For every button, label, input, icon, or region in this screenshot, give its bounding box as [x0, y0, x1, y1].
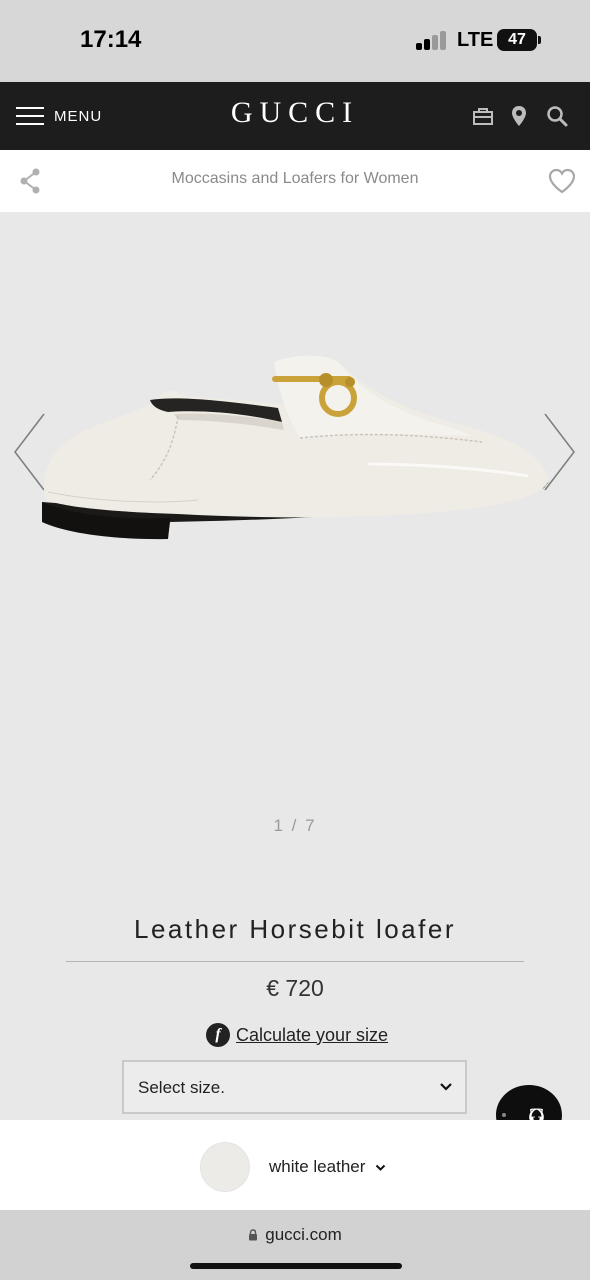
category-title[interactable]: Moccasins and Loafers for Women	[0, 170, 590, 188]
search-icon[interactable]	[545, 104, 569, 128]
calculate-size-link[interactable]: f Calculate your size	[206, 1021, 388, 1049]
heart-icon[interactable]	[548, 168, 576, 194]
category-bar: Moccasins and Loafers for Women	[0, 150, 590, 212]
chevron-down-icon[interactable]	[375, 1164, 386, 1172]
color-select-label[interactable]: white leather	[269, 1157, 365, 1177]
product-image[interactable]	[38, 352, 558, 552]
home-indicator[interactable]	[190, 1263, 402, 1269]
battery-tip	[538, 36, 541, 44]
product-gallery[interactable]: 1 / 7	[0, 212, 590, 912]
color-selector-bar: white leather	[0, 1120, 590, 1210]
shopping-bag-icon[interactable]	[471, 104, 495, 128]
product-title: Leather Horsebit loafer	[134, 914, 456, 944]
title-divider	[66, 961, 524, 962]
calculate-size-label: Calculate your size	[236, 1024, 389, 1045]
url-field[interactable]: gucci.com	[0, 1225, 590, 1245]
browser-url-bar: gucci.com	[0, 1210, 590, 1280]
signal-icon	[416, 30, 448, 50]
color-swatch[interactable]	[201, 1143, 249, 1191]
site-header: MENU GUCCI	[0, 82, 590, 150]
fit-finder-icon: f	[206, 1023, 230, 1047]
location-pin-icon[interactable]	[507, 104, 531, 128]
battery-icon: 47	[497, 29, 537, 51]
lock-icon	[249, 1229, 258, 1241]
network-type: LTE	[457, 29, 494, 51]
status-bar: 17:14 LTE 47	[0, 0, 590, 82]
gallery-pager: 1 / 7	[273, 816, 317, 835]
gucci-logo[interactable]: GUCCI	[0, 96, 590, 130]
status-time: 17:14	[80, 26, 142, 53]
url-text: gucci.com	[265, 1225, 342, 1244]
product-price: € 720	[266, 975, 324, 1001]
size-select[interactable]: Select size.	[122, 1060, 467, 1114]
size-select-value: Select size.	[138, 1078, 225, 1097]
chevron-down-icon	[440, 1083, 452, 1091]
